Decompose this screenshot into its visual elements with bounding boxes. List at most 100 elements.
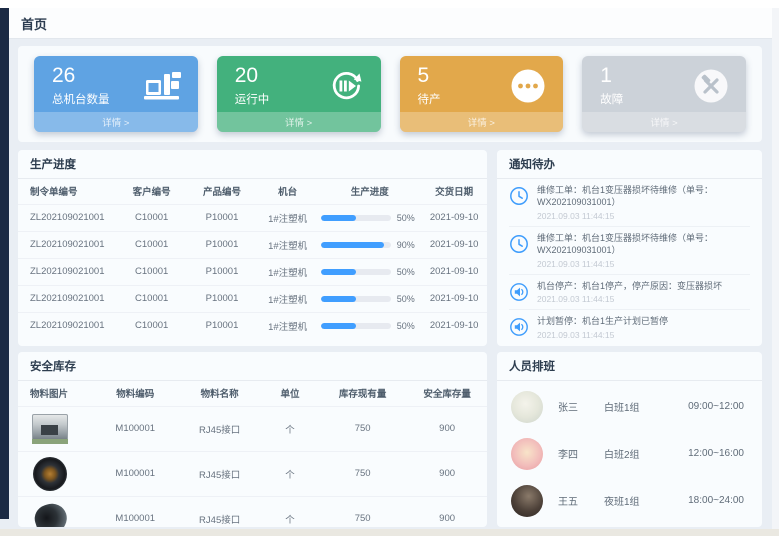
product-no-cell: P10001: [187, 258, 257, 285]
machine-cell: 1#注塑机: [257, 231, 318, 258]
clock-icon: [509, 234, 529, 254]
ellipsis-icon: [508, 68, 548, 104]
machine-cell: 1#注塑机: [257, 258, 318, 285]
running-count: 20: [235, 64, 270, 88]
progress-percent: 50%: [397, 213, 419, 223]
material-image-cell: [18, 496, 93, 527]
notification-item[interactable]: 计划暂停：机台1生产计划已暂停 2021.09.03 11:44:15: [509, 310, 750, 345]
table-row: M100001 RJ45接口 个 750 900: [18, 496, 487, 527]
progress-cell: 50%: [318, 312, 421, 339]
notification-time: 2021.09.03 11:44:15: [537, 259, 750, 269]
staff-time: 09:00~12:00: [688, 401, 748, 412]
stat-card-fault[interactable]: 1 故障 详情 >: [582, 56, 746, 132]
order-no-cell: ZL202109021001: [18, 204, 116, 231]
fault-count: 1: [600, 64, 623, 88]
fault-label: 故障: [600, 91, 623, 107]
order-no-cell: ZL202109021001: [18, 285, 116, 312]
machine-icon: [143, 68, 183, 104]
speaker-icon: [509, 317, 529, 337]
col-machine: 机台: [257, 179, 318, 204]
safety-qty-cell: 900: [407, 406, 487, 451]
fault-detail-link[interactable]: 详情 >: [582, 112, 746, 132]
card-body: 5 待产: [400, 56, 564, 112]
col-product-no: 产品编号: [187, 179, 257, 204]
delivery-date-cell: 2021-09-10: [421, 312, 487, 339]
lisi-avatar: [511, 438, 543, 470]
stat-card-total-machines[interactable]: 26 总机台数量 详情 >: [34, 56, 198, 132]
notification-text: 维修工单：机台1变压器损坏待维修（单号：WX202109031001）: [537, 185, 750, 209]
notification-item[interactable]: 维修工单：机台1变压器损坏待维修（单号：WX202109031001） 2021…: [509, 179, 750, 227]
table-row: M100001 RJ45接口 个 750 900: [18, 406, 487, 451]
table-row: ZL202109021001 C10001 P10001 1#注塑机 50% 2…: [18, 258, 487, 285]
progress-cell: 50%: [318, 285, 421, 312]
card-body: 1 故障: [582, 56, 746, 112]
progress-bar: [321, 269, 391, 275]
col-current-qty: 库存现有量: [318, 381, 407, 406]
card-body: 26 总机台数量: [34, 56, 198, 112]
table-header-row: 物料图片 物料编码 物料名称 单位 库存现有量 安全库存量: [18, 381, 487, 406]
staff-time: 12:00~16:00: [688, 448, 748, 459]
total-machines-detail-link[interactable]: 详情 >: [34, 112, 198, 132]
delivery-date-cell: 2021-09-10: [421, 231, 487, 258]
rj45-connector-photo: [32, 414, 68, 444]
window-bottom-strip: [0, 529, 779, 536]
notifications-panel: 通知待办 维修工单：机台1变压器损坏待维修（单号：WX202109031001）…: [497, 150, 762, 346]
scrollbar-track[interactable]: [772, 8, 779, 529]
safety-stock-table: 物料图片 物料编码 物料名称 单位 库存现有量 安全库存量 M100001 RJ…: [18, 381, 487, 527]
progress-percent: 50%: [397, 267, 419, 277]
staff-time: 18:00~24:00: [688, 495, 748, 506]
material-name-cell: RJ45接口: [177, 451, 261, 496]
dashboard-content: 26 总机台数量 详情 >: [18, 46, 762, 527]
card-body: 20 运行中: [217, 56, 381, 112]
production-progress-title: 生产进度: [18, 150, 487, 179]
stat-cards-panel: 26 总机台数量 详情 >: [18, 46, 762, 142]
customer-no-cell: C10001: [116, 231, 186, 258]
notification-time: 2021.09.03 11:44:15: [537, 211, 750, 221]
safety-qty-cell: 900: [407, 496, 487, 527]
staff-shift: 白班2组: [604, 446, 680, 461]
production-progress-panel: 生产进度 制令单编号 客户编号 产品编号 机台 生产进度 交货日期 ZL2021…: [18, 150, 487, 346]
table-row: ZL202109021001 C10001 P10001 1#注塑机 50% 2…: [18, 204, 487, 231]
col-order-no: 制令单编号: [18, 179, 116, 204]
material-no-cell: M100001: [93, 496, 177, 527]
staff-schedule-title: 人员排班: [497, 352, 762, 381]
notification-time: 2021.09.03 11:44:15: [537, 294, 722, 304]
col-material-name: 物料名称: [177, 381, 261, 406]
table-row: M100001 RJ45接口 个 750 900: [18, 451, 487, 496]
notification-item[interactable]: 维修工单：机台1变压器损坏待维修（单号：WX202109031001） 2021…: [509, 227, 750, 275]
progress-cell: 90%: [318, 231, 421, 258]
col-material-no: 物料编码: [93, 381, 177, 406]
progress-percent: 50%: [397, 294, 419, 304]
unit-cell: 个: [262, 496, 318, 527]
current-qty-cell: 750: [318, 406, 407, 451]
waiting-detail-link[interactable]: 详情 >: [400, 112, 564, 132]
waiting-count: 5: [418, 64, 441, 88]
notification-text: 机台停产：机台1停产，停产原因：变压器损坏: [537, 281, 722, 293]
staff-shift: 夜班1组: [604, 493, 680, 508]
staff-list: 张三 白班1组 09:00~12:00 李四 白班2组 12:00~16:00 …: [497, 381, 762, 526]
stat-card-waiting[interactable]: 5 待产 详情 >: [400, 56, 564, 132]
staff-schedule-panel: 人员排班 张三 白班1组 09:00~12:00 李四 白班2组 12:00~1…: [497, 352, 762, 527]
product-no-cell: P10001: [187, 204, 257, 231]
repair-tools-icon: [691, 68, 731, 104]
window-top-strip: [0, 0, 779, 8]
customer-no-cell: C10001: [116, 204, 186, 231]
machine-cell: 1#注塑机: [257, 285, 318, 312]
current-qty-cell: 750: [318, 451, 407, 496]
table-row: ZL202109021001 C10001 P10001 1#注塑机 90% 2…: [18, 231, 487, 258]
table-row: ZL202109021001 C10001 P10001 1#注塑机 50% 2…: [18, 285, 487, 312]
progress-percent: 50%: [397, 321, 419, 331]
material-no-cell: M100001: [93, 406, 177, 451]
running-detail-link[interactable]: 详情 >: [217, 112, 381, 132]
material-no-cell: M100001: [93, 451, 177, 496]
staff-shift: 白班1组: [604, 399, 680, 414]
delivery-date-cell: 2021-09-10: [421, 204, 487, 231]
material-image-cell: [18, 406, 93, 451]
page-title: 首页: [21, 14, 47, 33]
staff-name: 李四: [558, 446, 604, 461]
page-header: 首页: [9, 8, 772, 39]
stat-card-running[interactable]: 20 运行中 详情 >: [217, 56, 381, 132]
zhangsan-avatar: [511, 391, 543, 423]
col-delivery-date: 交货日期: [421, 179, 487, 204]
notification-item[interactable]: 机台停产：机台1停产，停产原因：变压器损坏 2021.09.03 11:44:1…: [509, 275, 750, 311]
